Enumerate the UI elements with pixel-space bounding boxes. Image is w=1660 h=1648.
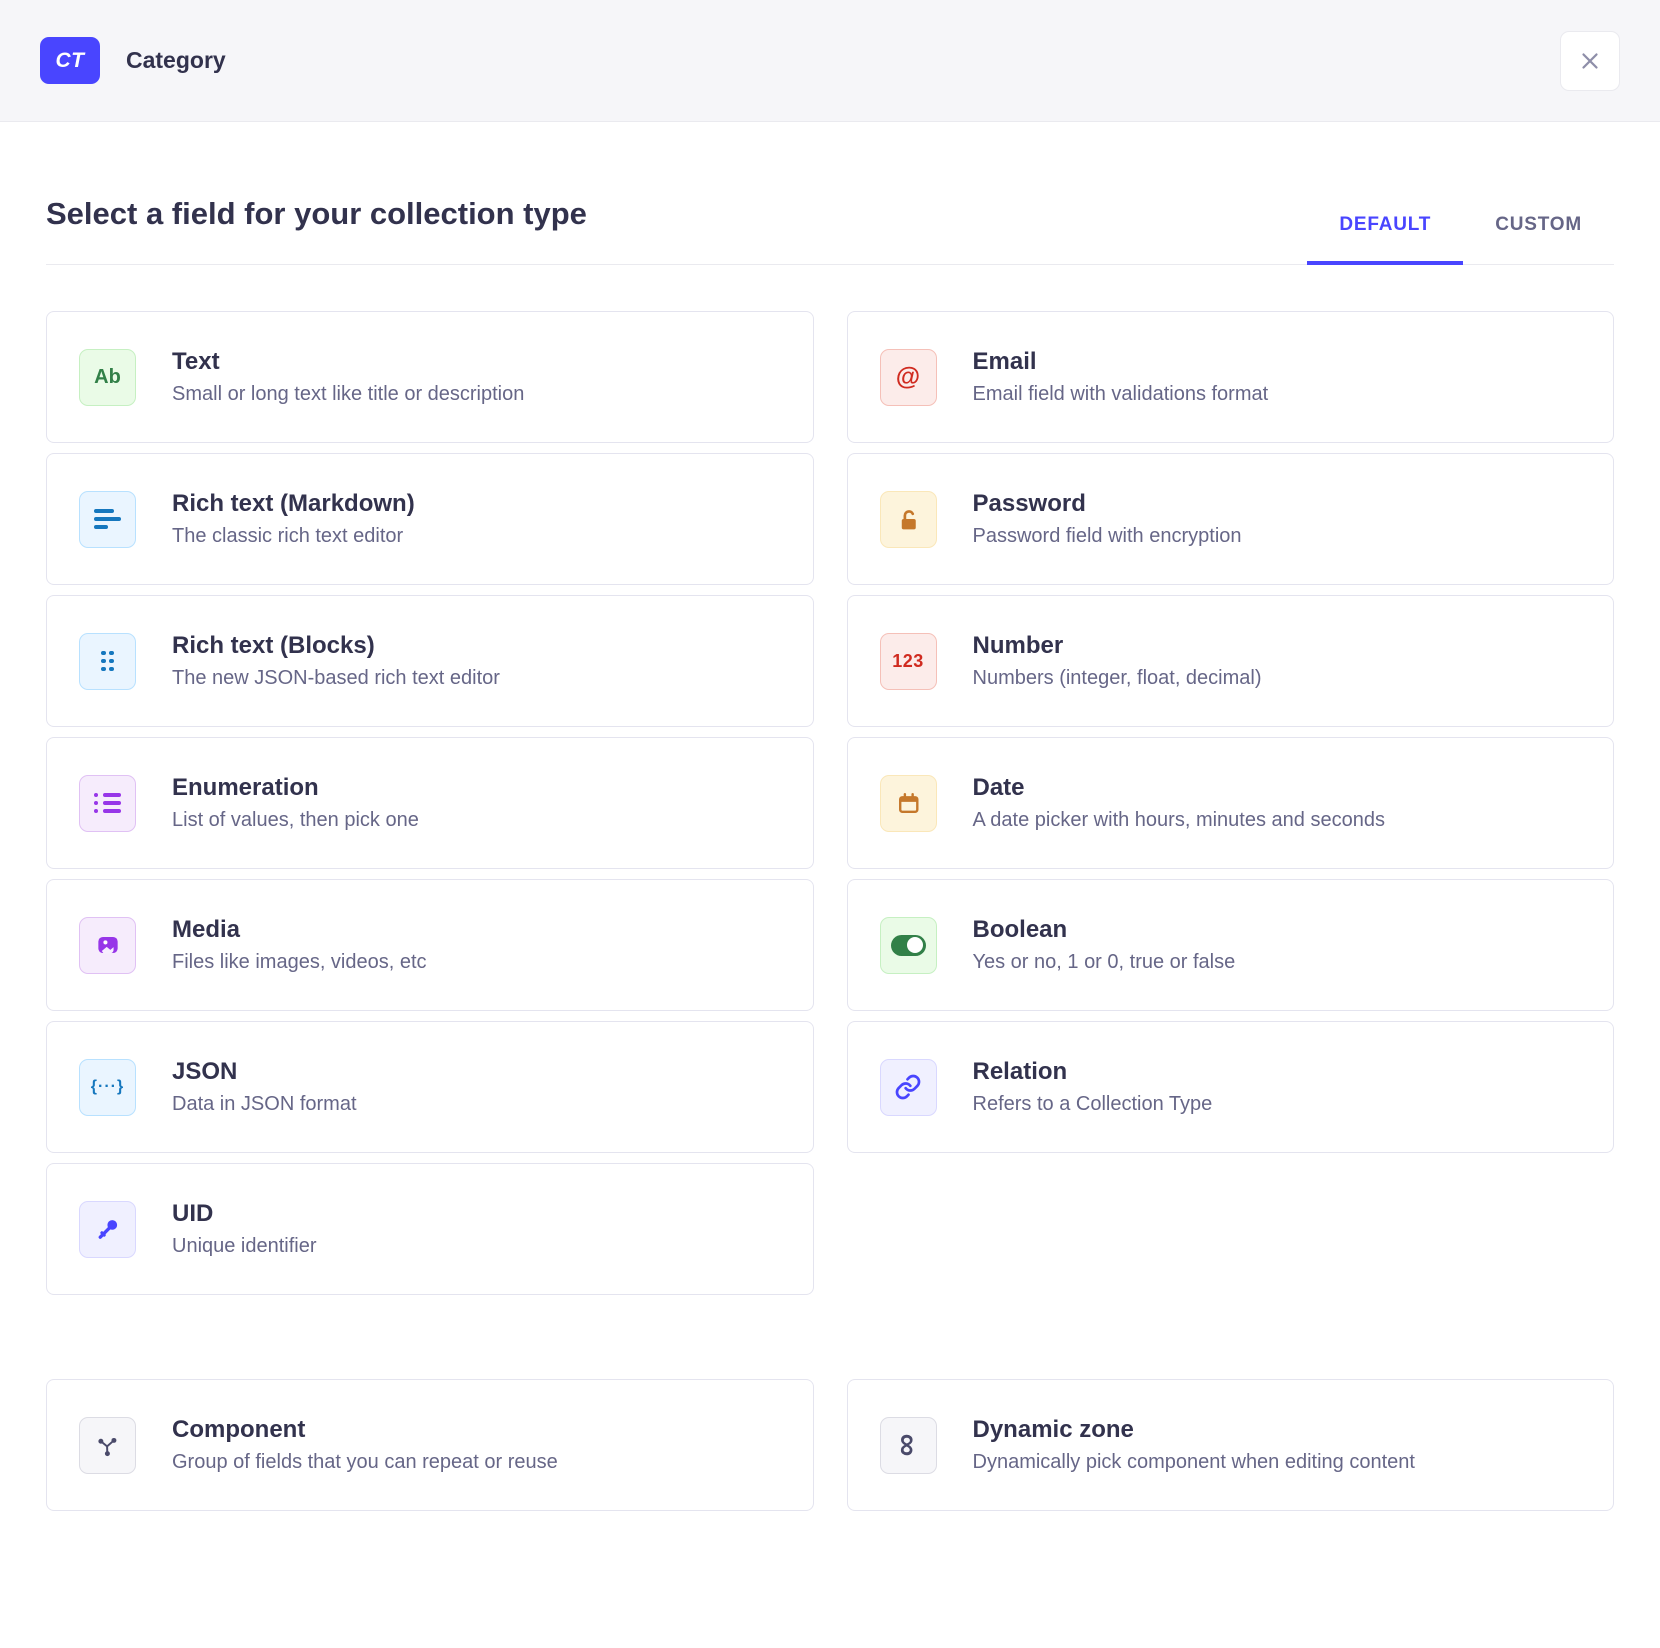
bullet-list-icon [79,775,136,832]
at-sign-icon: @ [880,349,937,406]
curly-braces-icon: {···} [79,1059,136,1116]
field-title: Rich text (Markdown) [172,490,415,518]
field-card-json[interactable]: {···} JSON Data in JSON format [46,1021,814,1153]
field-title: Number [973,632,1262,660]
field-title: UID [172,1200,317,1228]
advanced-fields-grid: Component Group of fields that you can r… [46,1379,1614,1511]
field-card-relation[interactable]: Relation Refers to a Collection Type [847,1021,1615,1153]
field-title: Component [172,1416,558,1444]
drag-dots-icon [79,633,136,690]
tab-custom[interactable]: CUSTOM [1463,214,1614,264]
field-description: Email field with validations format [973,383,1269,406]
field-description: The new JSON-based rich text editor [172,667,500,690]
field-title: Media [172,916,427,944]
field-description: Numbers (integer, float, decimal) [973,667,1262,690]
field-description: A date picker with hours, minutes and se… [973,809,1385,832]
field-description: Refers to a Collection Type [973,1093,1213,1116]
close-icon [1577,48,1603,74]
field-card-date[interactable]: Date A date picker with hours, minutes a… [847,737,1615,869]
field-description: Small or long text like title or descrip… [172,383,524,406]
open-padlock-icon [880,491,937,548]
field-title: Rich text (Blocks) [172,632,500,660]
field-title: Date [973,774,1385,802]
key-icon [79,1201,136,1258]
field-title: Enumeration [172,774,419,802]
field-description: Group of fields that you can repeat or r… [172,1451,558,1474]
field-description: Data in JSON format [172,1093,357,1116]
field-description: Yes or no, 1 or 0, true or false [973,951,1236,974]
content-type-title: Category [126,47,226,74]
field-description: Dynamically pick component when editing … [973,1451,1415,1474]
node-tree-icon [79,1417,136,1474]
page-title: Select a field for your collection type [46,196,587,264]
ab-letters-icon: Ab [79,349,136,406]
field-title: Dynamic zone [973,1416,1415,1444]
field-card-enumeration[interactable]: Enumeration List of values, then pick on… [46,737,814,869]
toggle-on-icon [880,917,937,974]
field-description: The classic rich text editor [172,525,415,548]
field-card-password[interactable]: Password Password field with encryption [847,453,1615,585]
calendar-icon [880,775,937,832]
tab-default[interactable]: DEFAULT [1307,214,1463,264]
field-description: Files like images, videos, etc [172,951,427,974]
field-card-component[interactable]: Component Group of fields that you can r… [46,1379,814,1511]
modal-header: CT Category [0,0,1660,122]
field-card-richtext-blocks[interactable]: Rich text (Blocks) The new JSON-based ri… [46,595,814,727]
field-description: Unique identifier [172,1235,317,1258]
text-lines-icon [79,491,136,548]
field-title: Email [973,348,1269,376]
field-card-text[interactable]: Ab Text Small or long text like title or… [46,311,814,443]
field-card-number[interactable]: 123 Number Numbers (integer, float, deci… [847,595,1615,727]
field-title: Text [172,348,524,376]
field-title: Password [973,490,1242,518]
field-title: JSON [172,1058,357,1086]
chain-link-icon [880,1059,937,1116]
field-title: Boolean [973,916,1236,944]
close-button[interactable] [1560,31,1620,91]
field-card-dynamic-zone[interactable]: ∞ Dynamic zone Dynamically pick componen… [847,1379,1615,1511]
picture-icon [79,917,136,974]
field-title: Relation [973,1058,1213,1086]
field-card-boolean[interactable]: Boolean Yes or no, 1 or 0, true or false [847,879,1615,1011]
tabs: DEFAULT CUSTOM [1307,214,1614,264]
field-card-uid[interactable]: UID Unique identifier [46,1163,814,1295]
content-type-badge: CT [40,37,100,84]
field-description: Password field with encryption [973,525,1242,548]
field-description: List of values, then pick one [172,809,419,832]
fields-grid: Ab Text Small or long text like title or… [46,311,1614,1295]
123-digits-icon: 123 [880,633,937,690]
field-card-media[interactable]: Media Files like images, videos, etc [46,879,814,1011]
field-card-richtext-markdown[interactable]: Rich text (Markdown) The classic rich te… [46,453,814,585]
modal-body: Select a field for your collection type … [0,196,1660,1511]
field-card-email[interactable]: @ Email Email field with validations for… [847,311,1615,443]
infinity-icon: ∞ [880,1417,937,1474]
title-row: Select a field for your collection type … [46,196,1614,265]
